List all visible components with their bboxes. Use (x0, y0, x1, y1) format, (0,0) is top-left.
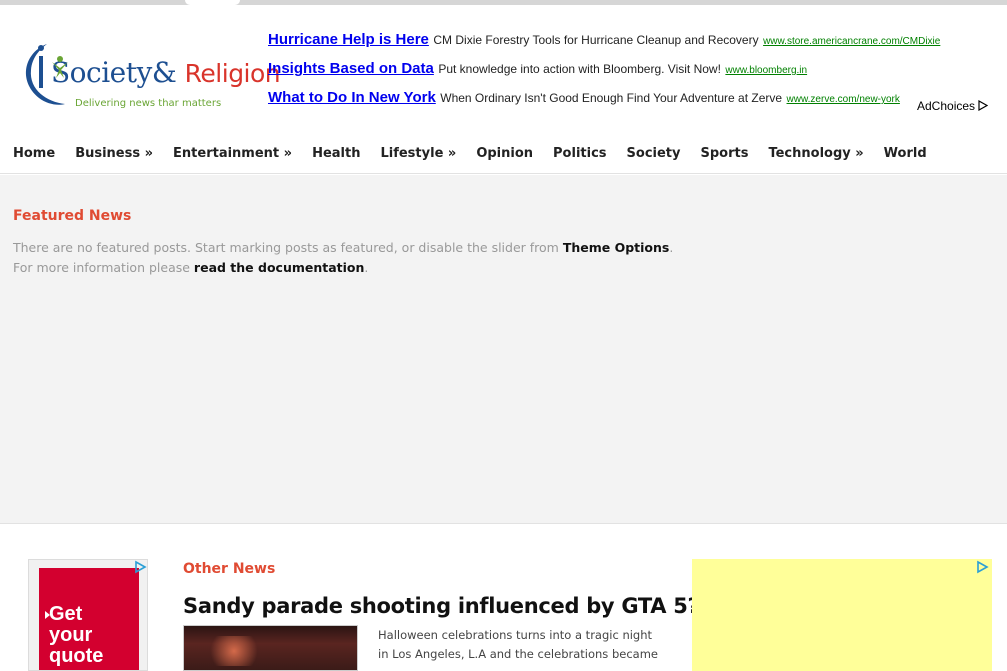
theme-options-link[interactable]: Theme Options (563, 240, 670, 255)
thumbnail-light (204, 636, 264, 666)
logo-brand: Society & Religion (51, 56, 281, 89)
nav-item-lifestyle[interactable]: Lifestyle » (380, 132, 456, 176)
nav-item-sports[interactable]: Sports (701, 132, 749, 176)
browser-top-edge (0, 0, 1007, 5)
logo-person-icon (52, 56, 68, 78)
ad-title-link[interactable]: Hurricane Help is Here (268, 31, 429, 48)
featured-section: Featured News There are no featured post… (0, 175, 1007, 524)
main-nav: Home Business » Entertainment » Health L… (0, 132, 1007, 174)
adchoices-link[interactable]: AdChoices (917, 99, 989, 113)
site-logo[interactable]: Society & Religion Delivering news thar m… (17, 38, 281, 116)
right-banner-ad[interactable] (692, 559, 992, 671)
nav-item-home[interactable]: Home (13, 132, 55, 176)
article-excerpt: Halloween celebrations turns into a trag… (378, 628, 658, 661)
featured-line1-end: . (669, 240, 674, 255)
nav-item-business[interactable]: Business » (75, 132, 153, 176)
left-banner-ad[interactable]: Get your quote (28, 559, 148, 671)
adchoices-label: AdChoices (917, 99, 976, 113)
logo-brand-amp: & (151, 56, 177, 89)
nav-item-opinion[interactable]: Opinion (476, 132, 533, 176)
nav-item-technology[interactable]: Technology » (768, 132, 863, 176)
text-ads: Hurricane Help is Here CM Dixie Forestry… (268, 31, 968, 118)
featured-line2-text: For more information please (13, 260, 194, 275)
top-notch (185, 0, 240, 5)
featured-line2-end: . (364, 260, 369, 275)
ad-title-link[interactable]: What to Do In New York (268, 89, 436, 106)
featured-heading: Featured News (13, 208, 132, 224)
nav-item-society[interactable]: Society (627, 132, 681, 176)
adchoices-triangle-icon[interactable] (975, 560, 989, 574)
article-thumbnail[interactable] (183, 625, 358, 671)
ad-title-link[interactable]: Insights Based on Data (268, 60, 434, 77)
ad-row: Insights Based on Data Put knowledge int… (268, 60, 968, 89)
featured-docs-message: For more information please read the doc… (13, 260, 368, 275)
nav-item-world[interactable]: World (884, 132, 927, 176)
ad-description: When Ordinary Isn't Good Enough Find You… (440, 91, 783, 105)
ad-row: What to Do In New York When Ordinary Isn… (268, 89, 968, 118)
adchoices-triangle-icon[interactable] (133, 560, 147, 574)
ad-description: CM Dixie Forestry Tools for Hurricane Cl… (433, 33, 759, 47)
documentation-link[interactable]: read the documentation (194, 260, 364, 275)
nav-item-entertainment[interactable]: Entertainment » (173, 132, 292, 176)
nav-item-health[interactable]: Health (312, 132, 360, 176)
featured-message: There are no featured posts. Start marki… (13, 240, 673, 255)
logo-tagline: Delivering news thar matters (75, 98, 222, 109)
ad-url-link[interactable]: www.zerve.com/new-york (787, 94, 900, 105)
ad-quote-text: Get your quote (49, 603, 104, 667)
ad-url-link[interactable]: www.bloomberg.in (725, 65, 807, 76)
adchoices-icon (978, 99, 989, 112)
ad-url-link[interactable]: www.store.americancrane.com/CMDixie (763, 36, 940, 47)
article-title-link[interactable]: Sandy parade shooting influenced by GTA … (183, 594, 700, 618)
ad-row: Hurricane Help is Here CM Dixie Forestry… (268, 31, 968, 60)
featured-line1-text: There are no featured posts. Start marki… (13, 240, 563, 255)
nav-item-politics[interactable]: Politics (553, 132, 607, 176)
other-news-heading: Other News (183, 561, 276, 577)
ad-description: Put knowledge into action with Bloomberg… (438, 62, 721, 76)
logo-brand-religion: Religion (184, 59, 281, 88)
